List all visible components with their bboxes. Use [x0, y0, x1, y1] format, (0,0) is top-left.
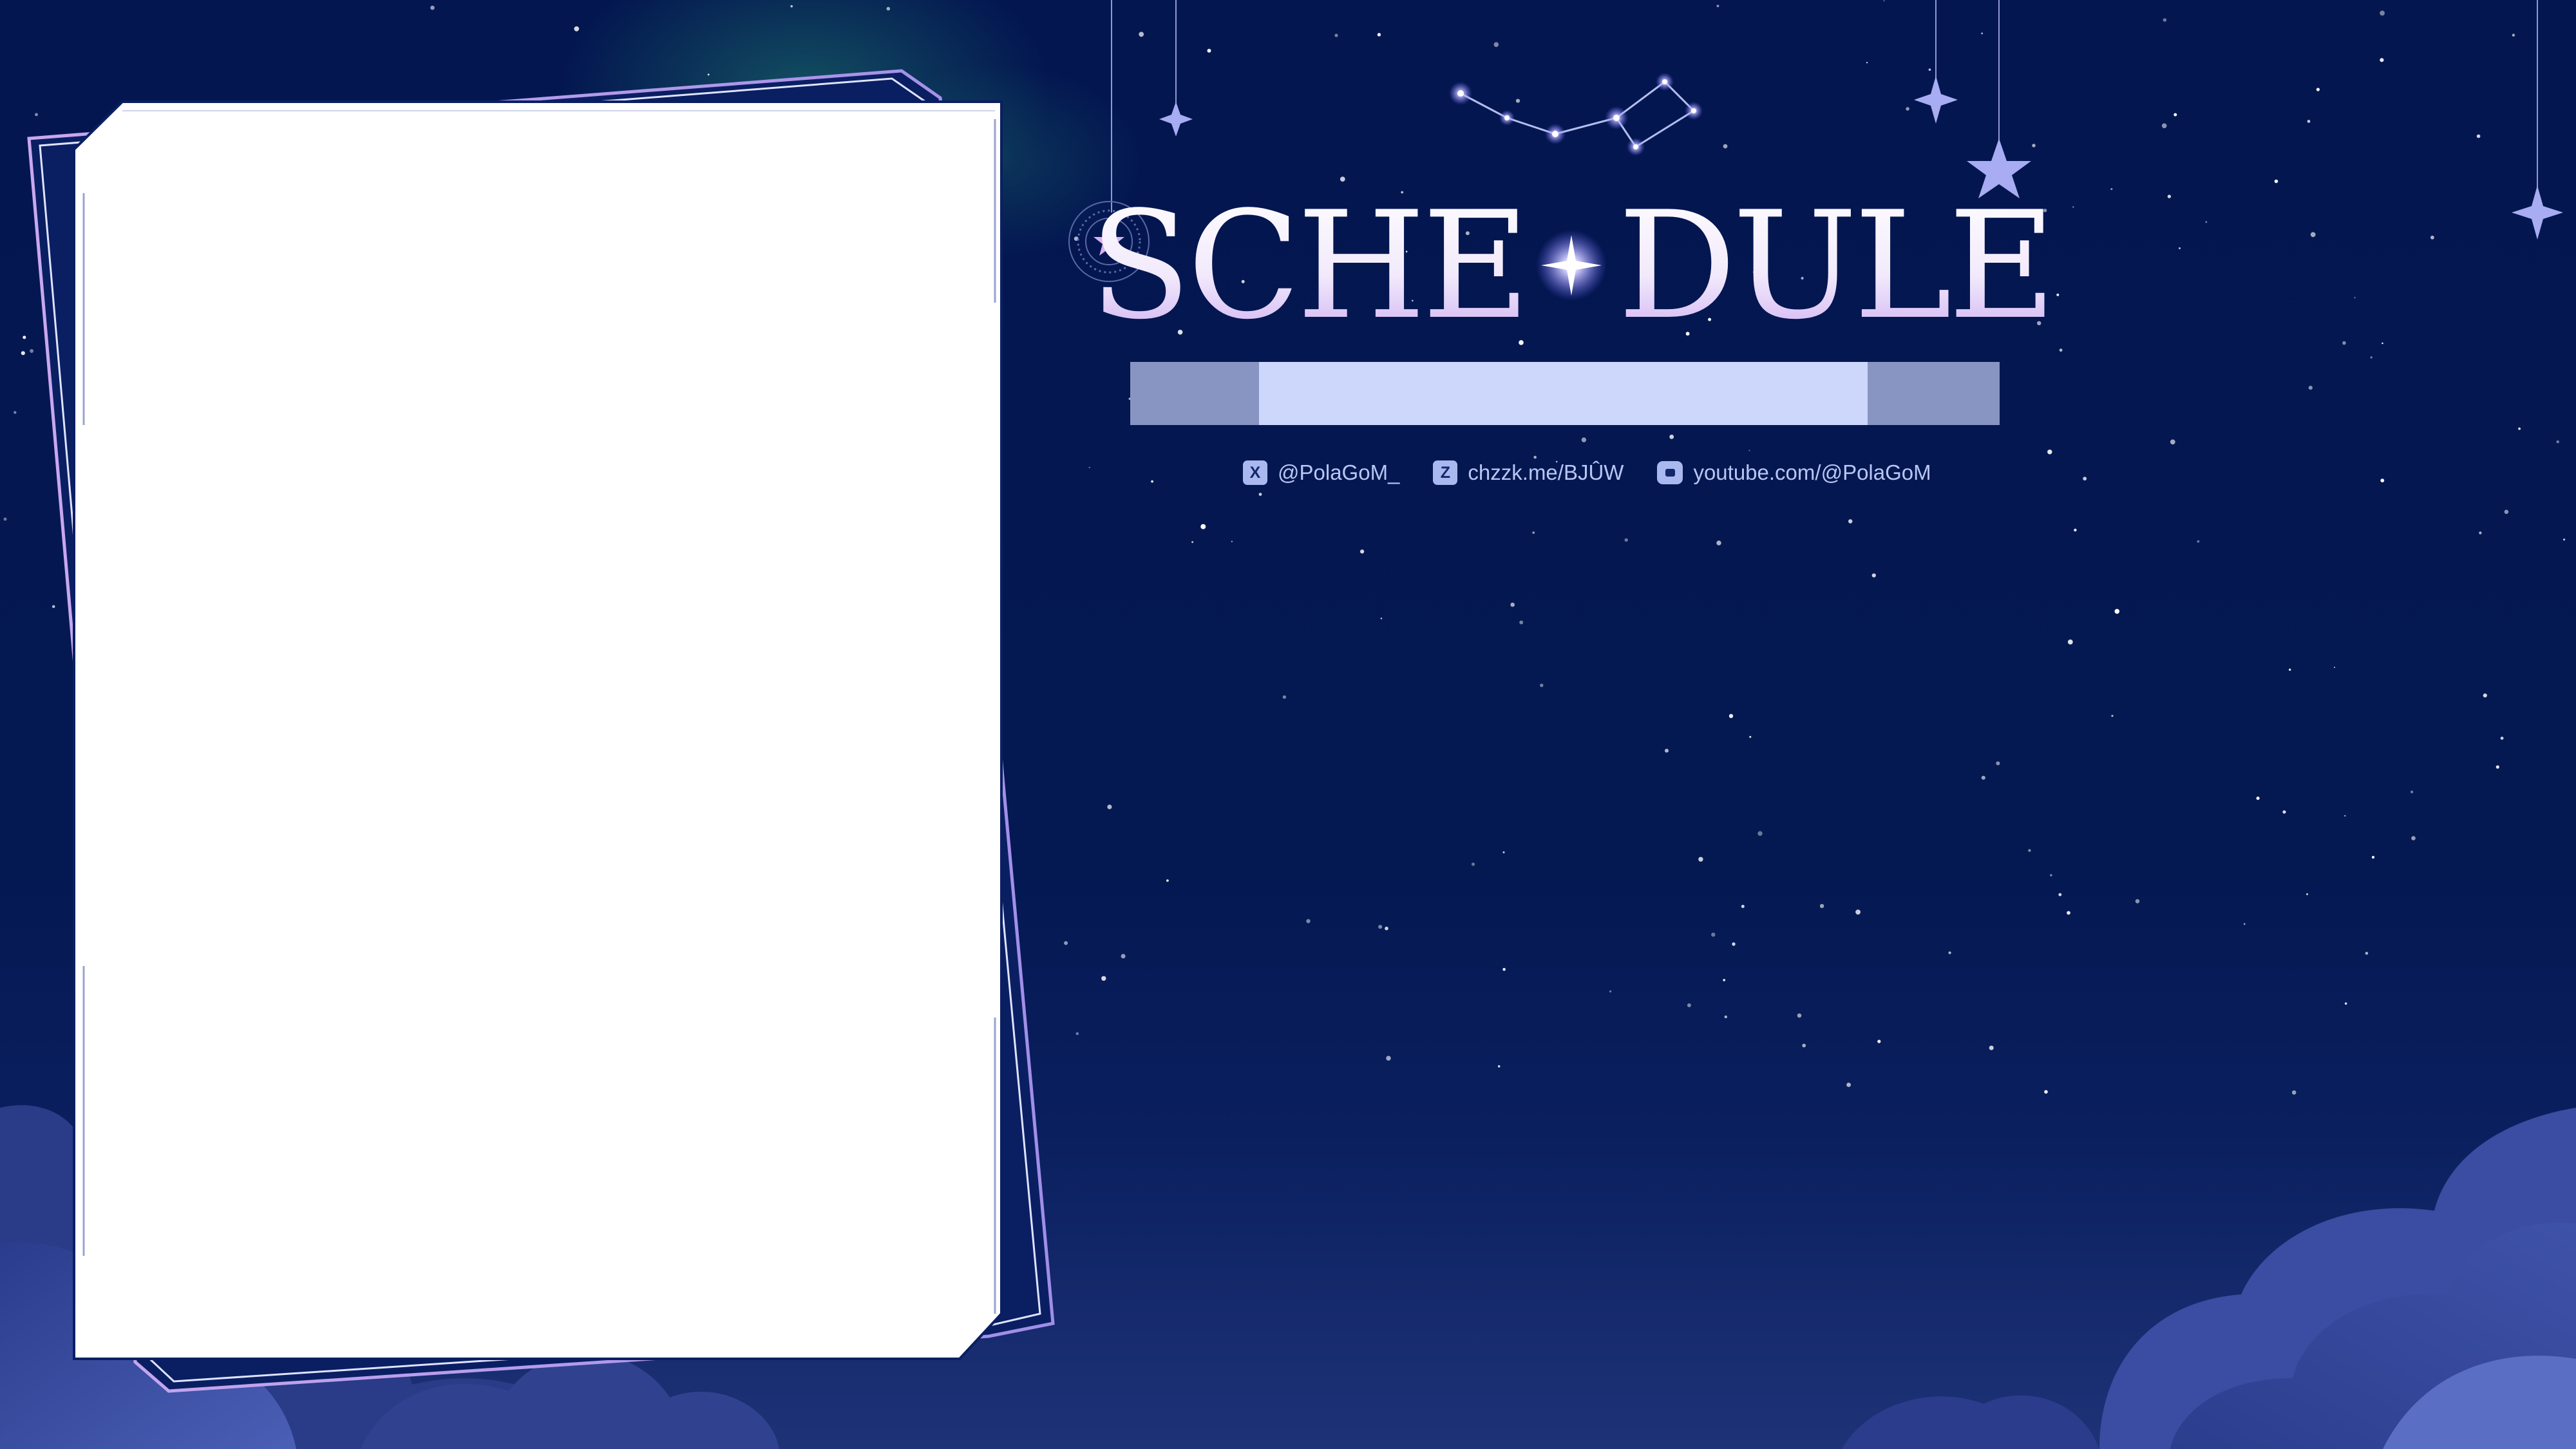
chzzk-logo-icon: Z: [1433, 460, 1458, 485]
x-logo-icon: X: [1243, 460, 1267, 485]
social-chzzk[interactable]: Z chzzk.me/BJÛW: [1433, 460, 1624, 485]
youtube-logo-icon: [1657, 461, 1683, 484]
title-layer: SCHE DULE: [1090, 180, 2056, 352]
social-x[interactable]: X @PolaGoM_: [1243, 460, 1399, 485]
social-chzzk-url: chzzk.me/BJÛW: [1468, 460, 1624, 484]
social-youtube[interactable]: youtube.com/@PolaGoM: [1657, 460, 1931, 485]
social-x-handle: @PolaGoM_: [1278, 460, 1400, 484]
social-youtube-url: youtube.com/@PolaGoM: [1693, 460, 1931, 484]
social-links: X @PolaGoM_ Z chzzk.me/BJÛW youtube.com/…: [1243, 456, 1965, 489]
schedule-overlay: SCHE DULE X @PolaGoM_ Z chzzk.me/BJÛW yo…: [0, 0, 2576, 1449]
title-left: SCHE: [1090, 180, 1526, 352]
title-right: DULE: [1618, 180, 2052, 352]
sparkle-star-icon: [1536, 230, 1607, 301]
